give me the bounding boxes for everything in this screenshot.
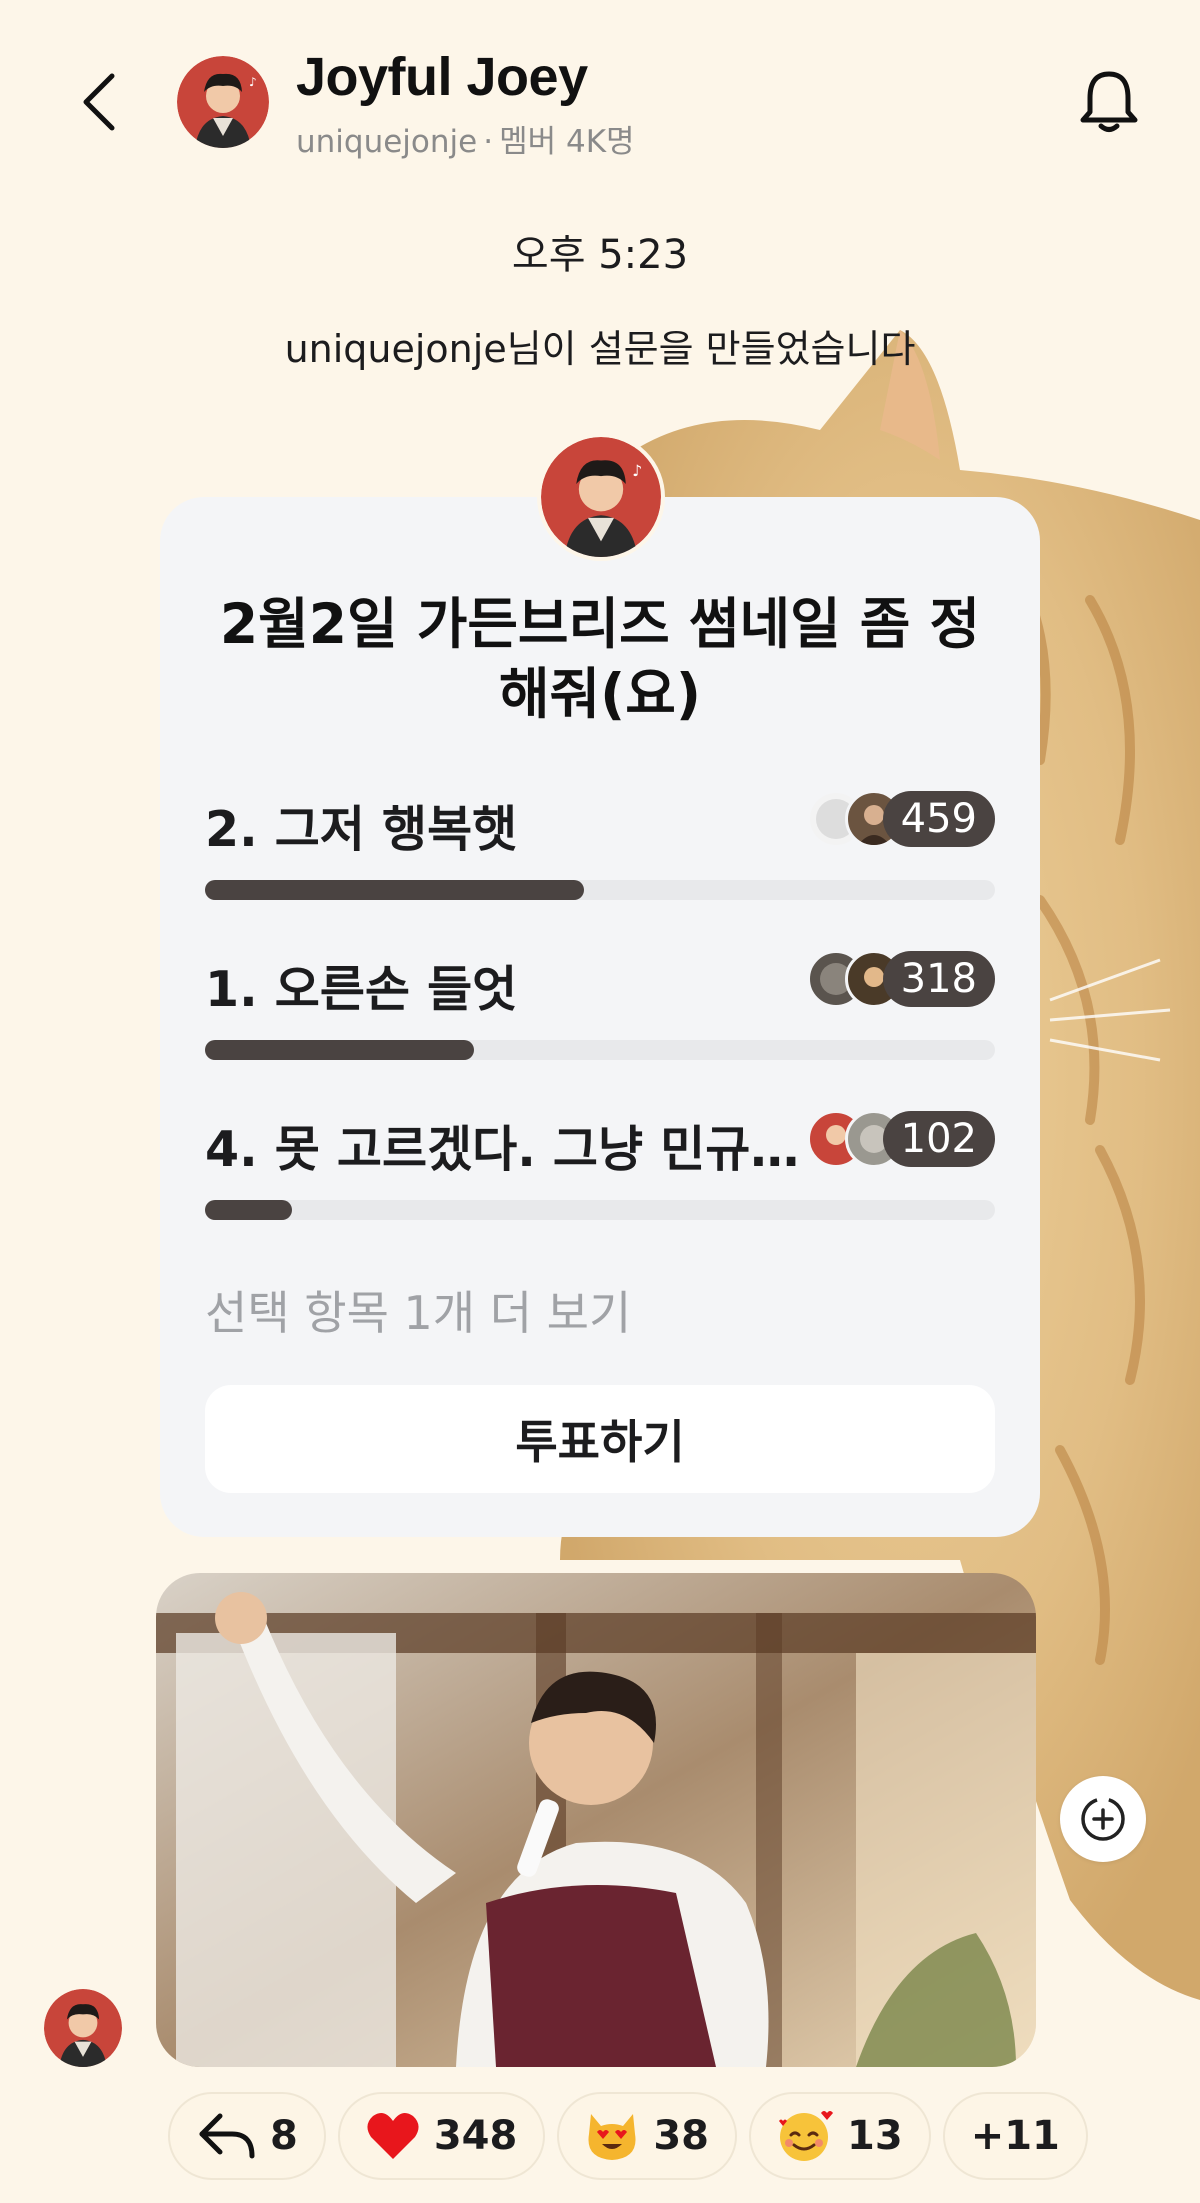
- message-timestamp: 오후 5:23: [511, 232, 689, 278]
- chat-header: ♪ Joyful Joey uniquejonje · 멤버 4K명: [0, 0, 1200, 180]
- bell-icon: [1080, 71, 1138, 132]
- love-reaction-chip[interactable]: 13: [749, 2092, 931, 2180]
- vote-progress-fill: [205, 880, 585, 900]
- system-message: uniquejonje님이 설문을 만들었습니다: [284, 327, 916, 371]
- vote-count: 318: [882, 951, 995, 1007]
- vote-progress-fill: [205, 1040, 474, 1060]
- heart-eyes-cat-icon: [588, 2114, 636, 2160]
- poll-option-label: 1. 오른손 들엇: [205, 961, 518, 1018]
- poll-option-label: 2. 그저 행복햇: [205, 801, 518, 858]
- cat-reaction-chip[interactable]: 38: [557, 2092, 738, 2180]
- sender-avatar[interactable]: [44, 1989, 122, 2067]
- vote-count: 459: [882, 791, 995, 847]
- voter-avatars: 318: [806, 950, 995, 1008]
- heart-icon: [367, 2112, 419, 2159]
- poll-option[interactable]: 1. 오른손 들엇 318: [205, 950, 995, 1070]
- add-circle-icon: [1081, 1797, 1125, 1841]
- chevron-left-icon: [83, 73, 115, 131]
- voter-avatars: 102: [806, 1110, 995, 1168]
- reply-reaction-chip[interactable]: 8: [168, 2092, 326, 2180]
- reaction-bar: 8 348 38 13 +11: [168, 2092, 1088, 2180]
- back-button[interactable]: [70, 62, 130, 142]
- vote-progress-fill: [205, 1200, 292, 1220]
- concert-photo: [156, 1573, 1036, 2067]
- poll-author-avatar[interactable]: ♪: [537, 433, 665, 561]
- svg-text:♪: ♪: [632, 461, 642, 480]
- reaction-count: 8: [270, 2113, 298, 2159]
- poll-option[interactable]: 4. 못 고르겠다. 그냥 민규… 102: [205, 1110, 995, 1230]
- reaction-count: 348: [433, 2113, 518, 2159]
- vote-count: 102: [882, 1111, 995, 1167]
- poll-option-label: 4. 못 고르겠다. 그냥 민규…: [205, 1121, 800, 1178]
- notification-button[interactable]: [1074, 66, 1144, 136]
- poll-title: 2월2일 가든브리즈 썸네일 좀 정해줘(요): [219, 592, 981, 726]
- vote-progress-bar: [205, 1040, 995, 1060]
- voter-avatars: 459: [806, 790, 995, 848]
- separator: ·: [483, 124, 494, 160]
- poll-card: 2월2일 가든브리즈 썸네일 좀 정해줘(요) 2. 그저 행복햇 459 1.…: [160, 497, 1040, 1537]
- channel-name: Joyful Joey: [296, 47, 588, 107]
- reply-icon: [199, 2113, 255, 2159]
- vote-progress-bar: [205, 880, 995, 900]
- photo-message[interactable]: [156, 1573, 1036, 2067]
- reaction-count: 38: [653, 2113, 710, 2159]
- share-button[interactable]: [1060, 1776, 1146, 1862]
- vote-button[interactable]: 투표하기: [205, 1385, 995, 1493]
- heart-reaction-chip[interactable]: 348: [337, 2092, 546, 2180]
- vote-progress-bar: [205, 1200, 995, 1220]
- channel-subtitle: uniquejonje · 멤버 4K명: [296, 116, 635, 161]
- channel-handle: uniquejonje: [296, 124, 478, 160]
- svg-text:♪: ♪: [249, 75, 257, 89]
- poll-option[interactable]: 2. 그저 행복햇 459: [205, 790, 995, 910]
- more-reactions-chip[interactable]: +11: [942, 2092, 1088, 2180]
- reaction-count: 13: [847, 2113, 903, 2159]
- channel-avatar[interactable]: ♪: [177, 56, 269, 148]
- member-count: 멤버 4K명: [499, 124, 635, 160]
- smiling-face-with-hearts-icon: [779, 2111, 834, 2161]
- show-more-options-link[interactable]: 선택 항목 1개 더 보기: [205, 1277, 631, 1343]
- more-reactions-count: +11: [970, 2113, 1060, 2159]
